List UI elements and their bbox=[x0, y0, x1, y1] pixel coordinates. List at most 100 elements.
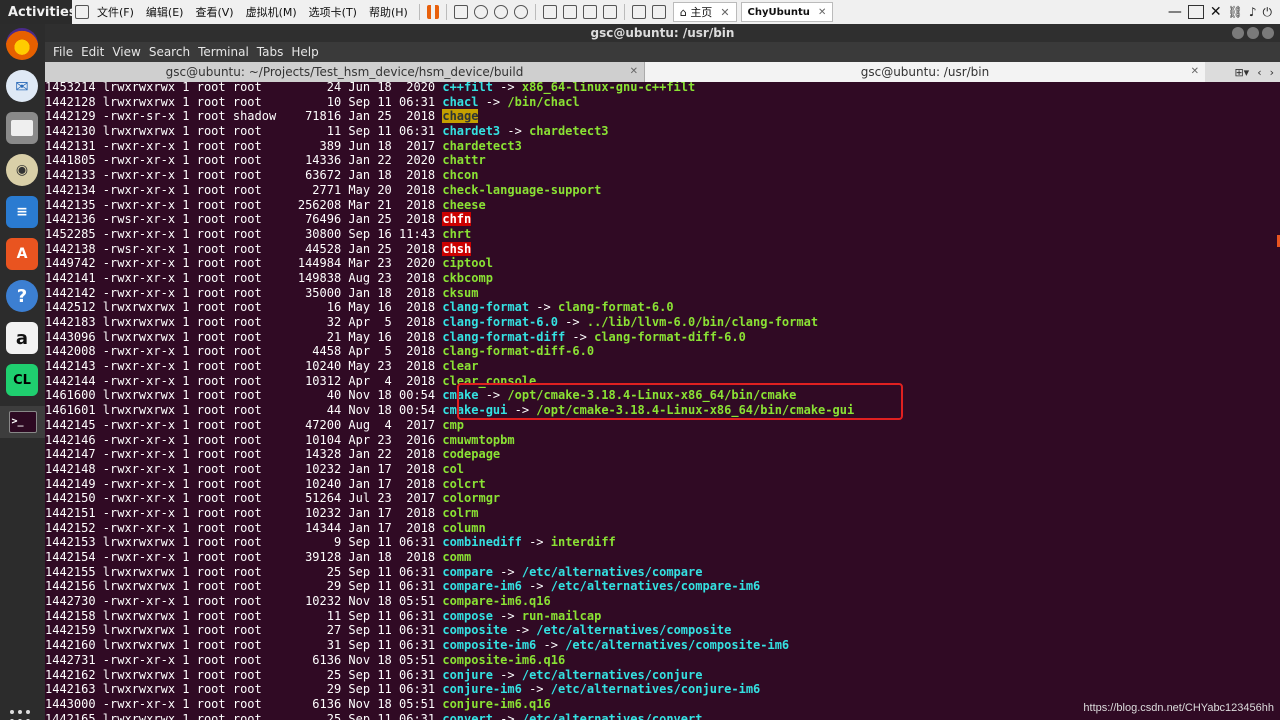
console-view-icon[interactable] bbox=[631, 5, 646, 19]
ls-row: 1442134 -rwxr-xr-x 1 root root 2771 May … bbox=[45, 183, 854, 198]
maximize-icon[interactable] bbox=[1247, 27, 1259, 39]
ls-row: 1442183 lrwxrwxrwx 1 root root 32 Apr 5 … bbox=[45, 315, 854, 330]
file-metadata: 1442163 lrwxrwxrwx 1 root root 29 Sep 11… bbox=[45, 682, 443, 697]
send-keys-icon[interactable] bbox=[453, 5, 468, 19]
rhythmbox-icon[interactable]: ◉ bbox=[6, 154, 38, 186]
ls-row: 1442731 -rwxr-xr-x 1 root root 6136 Nov … bbox=[45, 653, 854, 668]
snapshot-icon[interactable] bbox=[473, 5, 488, 19]
tab-usr-bin[interactable]: gsc@ubuntu: /usr/bin ✕ bbox=[645, 62, 1205, 82]
fullscreen-icon[interactable] bbox=[582, 5, 597, 19]
unity-icon[interactable] bbox=[602, 5, 617, 19]
file-name: ckbcomp bbox=[442, 270, 493, 285]
menu-view[interactable]: View bbox=[108, 45, 144, 59]
symlink-arrow: -> bbox=[507, 623, 537, 638]
libreoffice-writer-icon[interactable]: ≡ bbox=[6, 196, 38, 228]
menu-search[interactable]: Search bbox=[145, 45, 194, 59]
close-icon[interactable]: ✕ bbox=[630, 62, 638, 82]
terminal-menubar: File Edit View Search Terminal Tabs Help bbox=[45, 42, 1280, 62]
maximize-icon[interactable] bbox=[1187, 5, 1204, 19]
ls-row: 1442153 lrwxrwxrwx 1 root root 9 Sep 11 … bbox=[45, 535, 854, 550]
ubuntu-dock: ✉ ◉ ≡ A ? a CL >_ bbox=[0, 24, 45, 720]
ls-row: 1442129 -rwxr-sr-x 1 root shadow 71816 J… bbox=[45, 109, 854, 124]
file-metadata: 1442158 lrwxrwxrwx 1 root root 11 Sep 11… bbox=[45, 608, 443, 623]
ls-row: 1442160 lrwxrwxrwx 1 root root 31 Sep 11… bbox=[45, 638, 854, 653]
close-window-icon[interactable]: ✕ bbox=[1210, 4, 1222, 20]
ls-row: 1442147 -rwxr-xr-x 1 root root 14328 Jan… bbox=[45, 447, 854, 462]
ls-row: 1442133 -rwxr-xr-x 1 root root 63672 Jan… bbox=[45, 168, 854, 183]
chevron-left-icon[interactable]: ‹ bbox=[1257, 66, 1261, 79]
symlink-target: /etc/alternatives/compare-im6 bbox=[550, 579, 761, 594]
file-metadata: 1442153 lrwxrwxrwx 1 root root 9 Sep 11 … bbox=[45, 535, 443, 550]
firefox-icon[interactable] bbox=[6, 28, 38, 60]
file-metadata: 1442149 -rwxr-xr-x 1 root root 10240 Jan… bbox=[45, 476, 443, 491]
file-metadata: 1442512 lrwxrwxrwx 1 root root 16 May 16… bbox=[45, 300, 443, 315]
ls-row: 1449742 -rwxr-xr-x 1 root root 144984 Ma… bbox=[45, 256, 854, 271]
volume-icon[interactable]: ♪ bbox=[1249, 5, 1257, 19]
close-icon[interactable]: ✕ bbox=[818, 7, 826, 18]
library-view-icon[interactable] bbox=[542, 5, 557, 19]
power-icon[interactable]: ⏻ bbox=[1263, 5, 1273, 20]
file-metadata: 1442141 -rwxr-xr-x 1 root root 149838 Au… bbox=[45, 270, 443, 285]
chevron-right-icon[interactable]: › bbox=[1270, 66, 1274, 79]
file-metadata: 1442150 -rwxr-xr-x 1 root root 51264 Jul… bbox=[45, 491, 443, 506]
vmware-tab-vm[interactable]: ChyUbuntu ✕ bbox=[740, 2, 834, 22]
ls-row: 1442135 -rwxr-xr-x 1 root root 256208 Ma… bbox=[45, 198, 854, 213]
minimize-icon[interactable] bbox=[1232, 27, 1244, 39]
file-name: colcrt bbox=[442, 476, 486, 491]
new-tab-icon[interactable]: ⊞▾ bbox=[1234, 66, 1249, 79]
ls-row: 1442155 lrwxrwxrwx 1 root root 25 Sep 11… bbox=[45, 565, 854, 580]
revert-snapshot-icon[interactable] bbox=[493, 5, 508, 19]
menu-terminal[interactable]: Terminal bbox=[194, 45, 253, 59]
pause-icon[interactable] bbox=[426, 5, 439, 19]
show-applications-icon[interactable] bbox=[10, 710, 34, 720]
sidebar-toggle-icon[interactable] bbox=[75, 5, 89, 19]
vmware-menu-vm[interactable]: 虚拟机(M) bbox=[241, 2, 302, 22]
menu-help[interactable]: Help bbox=[287, 45, 322, 59]
symlink-target: interdiff bbox=[550, 535, 616, 550]
ubuntu-software-icon[interactable]: A bbox=[6, 238, 38, 270]
terminal-icon[interactable]: >_ bbox=[0, 406, 45, 438]
clion-icon[interactable]: CL bbox=[6, 364, 38, 396]
ls-row: 1442165 lrwxrwxrwx 1 root root 25 Sep 11… bbox=[45, 712, 854, 720]
vmware-menu-edit[interactable]: 编辑(E) bbox=[141, 2, 189, 22]
close-icon[interactable]: ✕ bbox=[720, 6, 729, 19]
symlink-name: clang-format bbox=[442, 300, 530, 315]
ls-row: 1442149 -rwxr-xr-x 1 root root 10240 Jan… bbox=[45, 477, 854, 492]
vmware-menu-tabs[interactable]: 选项卡(T) bbox=[304, 2, 362, 22]
tab-label: gsc@ubuntu: ~/Projects/Test_hsm_device/h… bbox=[165, 65, 524, 79]
vmware-menu-view[interactable]: 查看(V) bbox=[190, 2, 238, 22]
file-name: chfn bbox=[442, 212, 472, 227]
file-metadata: 1442151 -rwxr-xr-x 1 root root 10232 Jan… bbox=[45, 505, 443, 520]
symlink-target: clang-format-6.0 bbox=[557, 300, 674, 315]
file-name: chage bbox=[442, 109, 479, 124]
vmware-menu-file[interactable]: 文件(F) bbox=[92, 2, 139, 22]
thunderbird-icon[interactable]: ✉ bbox=[6, 70, 38, 102]
snapshot-manager-icon[interactable] bbox=[513, 5, 528, 19]
ls-row: 1442148 -rwxr-xr-x 1 root root 10232 Jan… bbox=[45, 462, 854, 477]
symlink-target: run-mailcap bbox=[521, 608, 602, 623]
thumbnail-view-icon[interactable] bbox=[562, 5, 577, 19]
terminal-output[interactable]: 1453214 lrwxrwxrwx 1 root root 24 Jun 18… bbox=[45, 82, 1280, 720]
minimize-icon[interactable]: — bbox=[1168, 4, 1182, 20]
tab-build-directory[interactable]: gsc@ubuntu: ~/Projects/Test_hsm_device/h… bbox=[45, 62, 645, 82]
menu-edit[interactable]: Edit bbox=[77, 45, 108, 59]
ls-row: 1442146 -rwxr-xr-x 1 root root 10104 Apr… bbox=[45, 433, 854, 448]
symlink-arrow: -> bbox=[557, 315, 587, 329]
help-icon[interactable]: ? bbox=[6, 280, 38, 312]
file-name: clear bbox=[442, 359, 479, 374]
vmware-menu-help[interactable]: 帮助(H) bbox=[364, 2, 413, 22]
ls-row: 1443096 lrwxrwxrwx 1 root root 21 May 16… bbox=[45, 330, 854, 345]
menu-tabs[interactable]: Tabs bbox=[253, 45, 288, 59]
vmware-tab-home[interactable]: ⌂ 主页 ✕ bbox=[672, 2, 737, 22]
activities-button[interactable]: Activities bbox=[0, 5, 77, 20]
files-icon[interactable] bbox=[6, 112, 38, 144]
amazon-icon[interactable]: a bbox=[6, 322, 38, 354]
network-icon[interactable]: ⛓ bbox=[1228, 5, 1243, 19]
ls-row: 1442138 -rwsr-xr-x 1 root root 44528 Jan… bbox=[45, 241, 854, 257]
stretch-guest-icon[interactable] bbox=[651, 5, 666, 19]
vmware-toolbar: 文件(F) 编辑(E) 查看(V) 虚拟机(M) 选项卡(T) 帮助(H) ⌂ … bbox=[72, 0, 1280, 24]
toolbar-divider bbox=[445, 4, 447, 20]
close-icon[interactable] bbox=[1262, 27, 1274, 39]
close-icon[interactable]: ✕ bbox=[1191, 62, 1199, 82]
menu-file[interactable]: File bbox=[49, 45, 77, 59]
